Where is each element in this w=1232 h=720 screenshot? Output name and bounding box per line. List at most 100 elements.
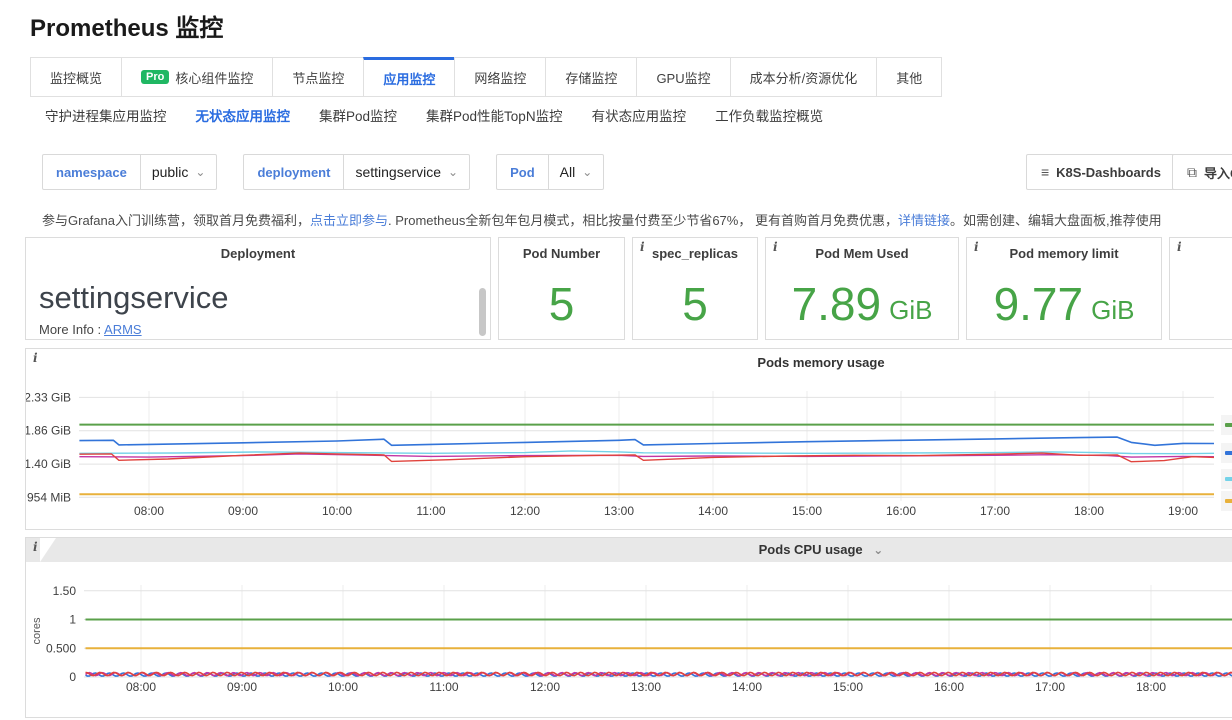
pods-memory-usage-chart: 2.33 GiB 1.86 GiB 1.40 GiB 954 MiB 08:00 09:0… — [26, 349, 1232, 531]
pods-memory-usage-panel: i Pods memory usage 2.33 GiB1.86 GiB1.40… — [25, 348, 1232, 530]
y-axis-tick-label: 954 MiB — [27, 490, 71, 504]
x-axis-tick-label: 08:00 — [134, 504, 164, 518]
x-axis-tick-label: 15:00 — [833, 680, 863, 694]
sub-tab-2[interactable]: 集群Pod监控 — [319, 105, 397, 125]
x-axis-tick-label: 11:00 — [429, 680, 458, 694]
stat-number: 5 — [549, 281, 575, 327]
sub-tab-4[interactable]: 有状态应用监控 — [592, 105, 687, 125]
filter-label-Pod: Pod — [496, 154, 549, 190]
banner-link-details[interactable]: 详情链接 — [898, 213, 950, 228]
main-tab-label: GPU监控 — [656, 68, 710, 87]
pods-cpu-usage-chart: 1.5010.500008:0009:0010:0011:0012:0013:0… — [26, 538, 1232, 719]
x-axis-tick-label: 12:00 — [510, 504, 540, 518]
x-axis-tick-label: 16:00 — [886, 504, 916, 518]
x-axis-tick-label: 16:00 — [934, 680, 964, 694]
stat-panel-partial: i — [1169, 237, 1232, 340]
main-tab-label: 监控概览 — [50, 68, 102, 87]
menu-icon: ≡ — [1041, 164, 1049, 180]
y-axis-tick-label: 1.40 GiB — [26, 457, 71, 471]
sub-tab-3[interactable]: 集群Pod性能TopN监控 — [426, 105, 563, 125]
page-title: Prometheus 监控 — [30, 8, 223, 43]
x-axis-tick-label: 14:00 — [732, 680, 762, 694]
stat-panel-title: Pod Number — [499, 246, 624, 261]
stat-number: 7.89 — [792, 281, 882, 327]
x-axis-tick-label: 09:00 — [228, 504, 258, 518]
deployment-more-info: More Info : ARMS — [39, 322, 142, 337]
stat-panel-title: Pod memory limit — [967, 246, 1161, 261]
sub-tab-1[interactable]: 无状态应用监控 — [196, 105, 291, 125]
arms-link[interactable]: ARMS — [104, 322, 142, 337]
info-icon[interactable]: i — [1177, 240, 1182, 254]
x-axis-tick-label: 12:00 — [530, 680, 560, 694]
info-icon[interactable]: i — [974, 240, 979, 254]
main-tab-label: 应用监控 — [383, 69, 435, 88]
stat-panel-title: Pod Mem Used — [766, 246, 958, 261]
import-button[interactable]: ⧉ 导入G — [1172, 154, 1232, 190]
deployment-panel-title: Deployment — [26, 246, 490, 261]
k8s-dashboards-label: K8S-Dashboards — [1056, 165, 1161, 180]
sub-tab-0[interactable]: 守护进程集应用监控 — [45, 105, 167, 125]
y-axis-tick-label: 2.33 GiB — [26, 390, 71, 404]
filter-bar: namespacepublic⌄deploymentsettingservice… — [42, 154, 604, 190]
chevron-down-icon: ⌄ — [582, 165, 592, 179]
main-tab-0[interactable]: 监控概览 — [30, 57, 122, 97]
banner-link-join[interactable]: 点击立即参与 — [310, 213, 388, 228]
pro-badge: Pro — [141, 70, 169, 84]
external-link-icon: ⧉ — [1187, 164, 1197, 181]
stat-unit: GiB — [889, 281, 932, 326]
stat-panel-0: Pod Number 5 — [498, 237, 625, 340]
main-tab-8[interactable]: 其他 — [876, 57, 942, 97]
filter-dropdown-namespace[interactable]: public⌄ — [140, 154, 218, 190]
deployment-panel-scrollbar[interactable] — [479, 288, 486, 336]
sub-tab-bar: 守护进程集应用监控 无状态应用监控 集群Pod监控 集群Pod性能TopN监控 有状态应… — [45, 105, 823, 125]
stat-panel-value: 7.89GiB — [766, 268, 958, 339]
cpu-chart-title[interactable]: Pods CPU usage ⌄ — [26, 542, 1232, 557]
main-tab-3[interactable]: 应用监控 — [363, 57, 455, 97]
main-tab-1[interactable]: Pro 核心组件监控 — [121, 57, 273, 97]
x-axis-tick-label: 11:00 — [416, 504, 445, 518]
stat-panel-title: spec_replicas — [633, 246, 757, 261]
banner-text-2: . Prometheus全新包年包月模式，相比按量付费至少节省67%， 更有首购… — [388, 213, 898, 228]
x-axis-tick-label: 18:00 — [1136, 680, 1166, 694]
y-axis-tick-label: 0.500 — [46, 641, 76, 655]
filter-dropdown-deployment[interactable]: settingservice⌄ — [343, 154, 470, 190]
y-axis-tick-label: 1 — [69, 613, 76, 627]
filter-group-namespace: namespacepublic⌄ — [42, 154, 217, 190]
stat-number: 5 — [682, 281, 708, 327]
filter-dropdown-Pod[interactable]: All⌄ — [548, 154, 605, 190]
main-tab-6[interactable]: GPU监控 — [636, 57, 730, 97]
deployment-value: settingservice — [39, 280, 229, 316]
main-tab-bar: 监控概览 Pro 核心组件监控节点监控应用监控 网络监控 存储监控 GPU监控 成本分析/资… — [30, 57, 942, 97]
main-tab-2[interactable]: 节点监控 — [272, 57, 364, 97]
x-axis-tick-label: 19:00 — [1168, 504, 1198, 518]
x-axis-tick-label: 08:00 — [126, 680, 156, 694]
x-axis-tick-label: 10:00 — [322, 504, 352, 518]
main-tab-label: 其他 — [896, 68, 922, 87]
stat-panel-value: 5 — [499, 268, 624, 339]
chevron-down-icon: ⌄ — [195, 165, 205, 179]
main-tab-5[interactable]: 存储监控 — [545, 57, 637, 97]
y-axis-tick-label: 1.86 GiB — [26, 424, 71, 438]
main-tab-label: 核心组件监控 — [175, 68, 253, 87]
more-info-label: More Info : — [39, 322, 101, 337]
stat-unit: GiB — [1091, 281, 1134, 326]
series-pod-memory-blue — [79, 437, 1214, 445]
info-icon[interactable]: i — [773, 240, 778, 254]
stat-panel-value: 5 — [633, 268, 757, 339]
sub-tab-5[interactable]: 工作负载监控概览 — [715, 105, 823, 125]
main-tab-7[interactable]: 成本分析/资源优化 — [730, 57, 878, 97]
y-axis-unit-label: cores — [31, 617, 43, 644]
main-tab-label: 网络监控 — [474, 68, 526, 87]
x-axis-tick-label: 17:00 — [1035, 680, 1065, 694]
info-icon[interactable]: i — [640, 240, 645, 254]
import-label: 导入G — [1204, 163, 1232, 182]
main-tab-4[interactable]: 网络监控 — [454, 57, 546, 97]
pods-cpu-usage-panel: i Pods CPU usage ⌄ 1.5010.500008:0009:00… — [25, 537, 1232, 718]
x-axis-tick-label: 13:00 — [604, 504, 634, 518]
main-tab-label: 存储监控 — [565, 68, 617, 87]
filter-label-namespace: namespace — [42, 154, 141, 190]
k8s-dashboards-button[interactable]: ≡ K8S-Dashboards — [1026, 154, 1176, 190]
x-axis-tick-label: 17:00 — [980, 504, 1010, 518]
stat-panel-value: 9.77GiB — [967, 268, 1161, 339]
x-axis-tick-label: 09:00 — [227, 680, 257, 694]
